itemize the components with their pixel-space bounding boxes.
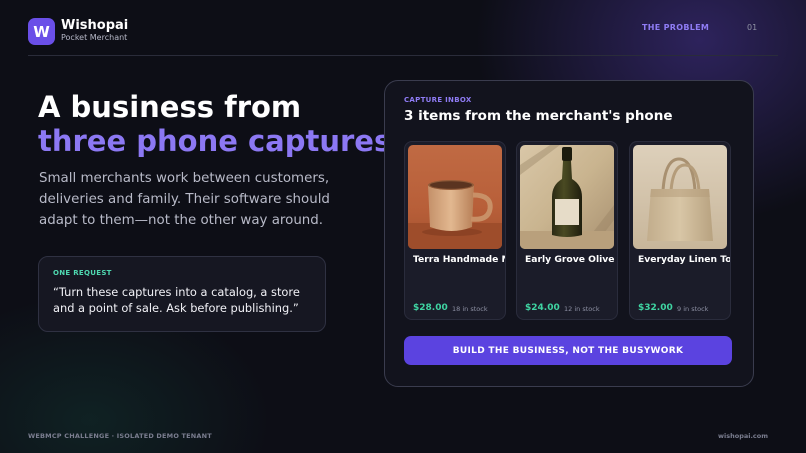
product-price: $32.00 (638, 303, 673, 313)
request-card: ONE REQUEST “Turn these captures into a … (38, 256, 326, 332)
headline-line-2: three phone captures (38, 124, 392, 158)
footer-site-link[interactable]: wishopai.com (718, 432, 768, 440)
product-card-linen-tote[interactable]: Everyday Linen Tote $32.00 9 in stock (629, 141, 731, 320)
product-price: $24.00 (525, 303, 560, 313)
olive-oil-bottle-photo-icon (520, 145, 614, 249)
request-label: ONE REQUEST (53, 269, 112, 277)
headline: A business from three phone captures (38, 90, 391, 158)
header-divider (28, 55, 778, 56)
capture-inbox-title: 3 items from the merchant's phone (404, 108, 673, 124)
section-label: THE PROBLEM (642, 23, 710, 32)
capture-inbox-panel: CAPTURE INBOX 3 items from the merchant'… (384, 80, 754, 387)
brand-logo: W (28, 18, 55, 45)
mug-photo-icon (408, 145, 502, 249)
product-card-olive-oil[interactable]: Early Grove Olive Oil $24.00 12 in stock (516, 141, 618, 320)
request-quote: “Turn these captures into a catalog, a s… (53, 285, 300, 315)
product-stock: 12 in stock (564, 305, 600, 313)
capture-inbox-label: CAPTURE INBOX (404, 96, 472, 104)
brand-logo-letter: W (33, 22, 50, 41)
product-name: Early Grove Olive Oil (525, 254, 617, 265)
lede-paragraph: Small merchants work between customers, … (39, 171, 330, 228)
headline-line-1: A business from (38, 90, 302, 124)
product-price: $28.00 (413, 303, 448, 313)
brand-name: Wishopai (61, 18, 129, 33)
footer-tenant-label: WEBMCP CHALLENGE · ISOLATED DEMO TENANT (28, 432, 212, 440)
linen-tote-photo-icon (633, 145, 727, 249)
product-stock: 9 in stock (677, 305, 709, 313)
product-stock: 18 in stock (452, 305, 488, 313)
product-name: Everyday Linen Tote (638, 254, 731, 265)
product-name: Terra Handmade Mug (413, 254, 505, 265)
brand-tagline: Pocket Merchant (61, 33, 128, 42)
build-business-button[interactable]: BUILD THE BUSINESS, NOT THE BUSYWORK (404, 336, 732, 365)
product-card-mug[interactable]: Terra Handmade Mug $28.00 18 in stock (404, 141, 506, 320)
page-number: 01 (747, 23, 758, 32)
